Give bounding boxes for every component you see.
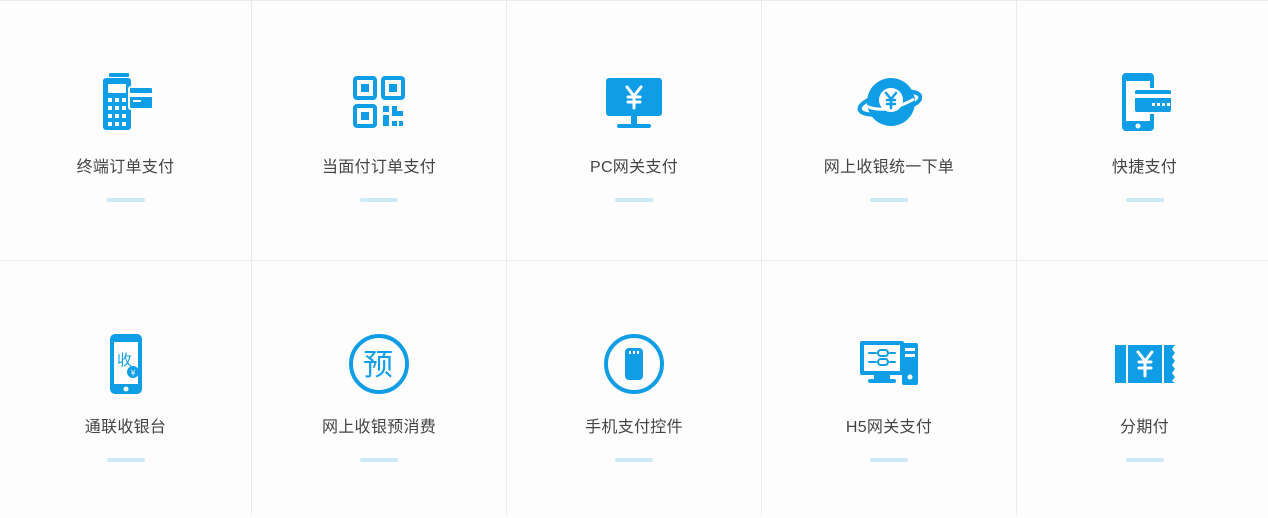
accent-underline [615,198,653,202]
svg-text:收: 收 [117,351,132,369]
product-card-unified-order[interactable]: 网上收银统一下单 [762,1,1016,260]
product-label: 网上收银统一下单 [823,159,955,176]
accent-underline [106,198,145,202]
accent-underline [1125,458,1164,462]
accent-underline [870,198,908,202]
product-card-terminal-order[interactable]: 终端订单支付 [0,1,251,260]
accent-underline [870,458,908,462]
accent-underline [106,458,145,462]
product-label: 终端订单支付 [76,159,175,176]
product-label: H5网关支付 [845,419,933,436]
product-label: 分期付 [1120,419,1169,436]
product-label: 快捷支付 [1111,159,1178,176]
pos-terminal-icon [93,69,159,135]
h5-computer-icon [856,331,922,397]
monitor-yen-icon [601,69,667,135]
globe-yen-icon [856,69,922,135]
product-card-installment[interactable]: 分期付 [1017,261,1268,518]
phone-circle-icon [601,331,667,397]
phone-receive-icon: 收 ¥ [93,331,159,397]
product-card-allinpay-cashier[interactable]: 收 ¥ 通联收银台 [0,261,251,518]
product-label: 网上收银预消费 [321,419,437,436]
product-card-quick-pay[interactable]: 快捷支付 [1017,1,1268,260]
qr-code-icon [346,69,412,135]
svg-text:¥: ¥ [130,369,135,378]
product-label: PC网关支付 [589,159,679,176]
product-card-mobile-control[interactable]: 手机支付控件 [507,261,761,518]
accent-underline [615,458,653,462]
svg-text:预: 预 [363,348,393,383]
payment-product-grid: 终端订单支付 当面付订单支付 PC网关支付 网上收银统一下单 快捷支付 收 ¥ … [0,0,1268,518]
phone-card-icon [1112,69,1178,135]
product-label: 手机支付控件 [585,419,683,436]
installment-ticket-icon [1112,331,1178,397]
accent-underline [360,198,398,202]
product-card-h5-gateway[interactable]: H5网关支付 [762,261,1016,518]
product-label: 当面付订单支付 [321,159,437,176]
product-card-pc-gateway[interactable]: PC网关支付 [507,1,761,260]
product-card-face-to-face[interactable]: 当面付订单支付 [252,1,506,260]
prepay-circle-icon: 预 [346,331,412,397]
accent-underline [1125,198,1164,202]
product-card-pre-consumption[interactable]: 预 网上收银预消费 [252,261,506,518]
accent-underline [360,458,398,462]
product-label: 通联收银台 [84,419,167,436]
